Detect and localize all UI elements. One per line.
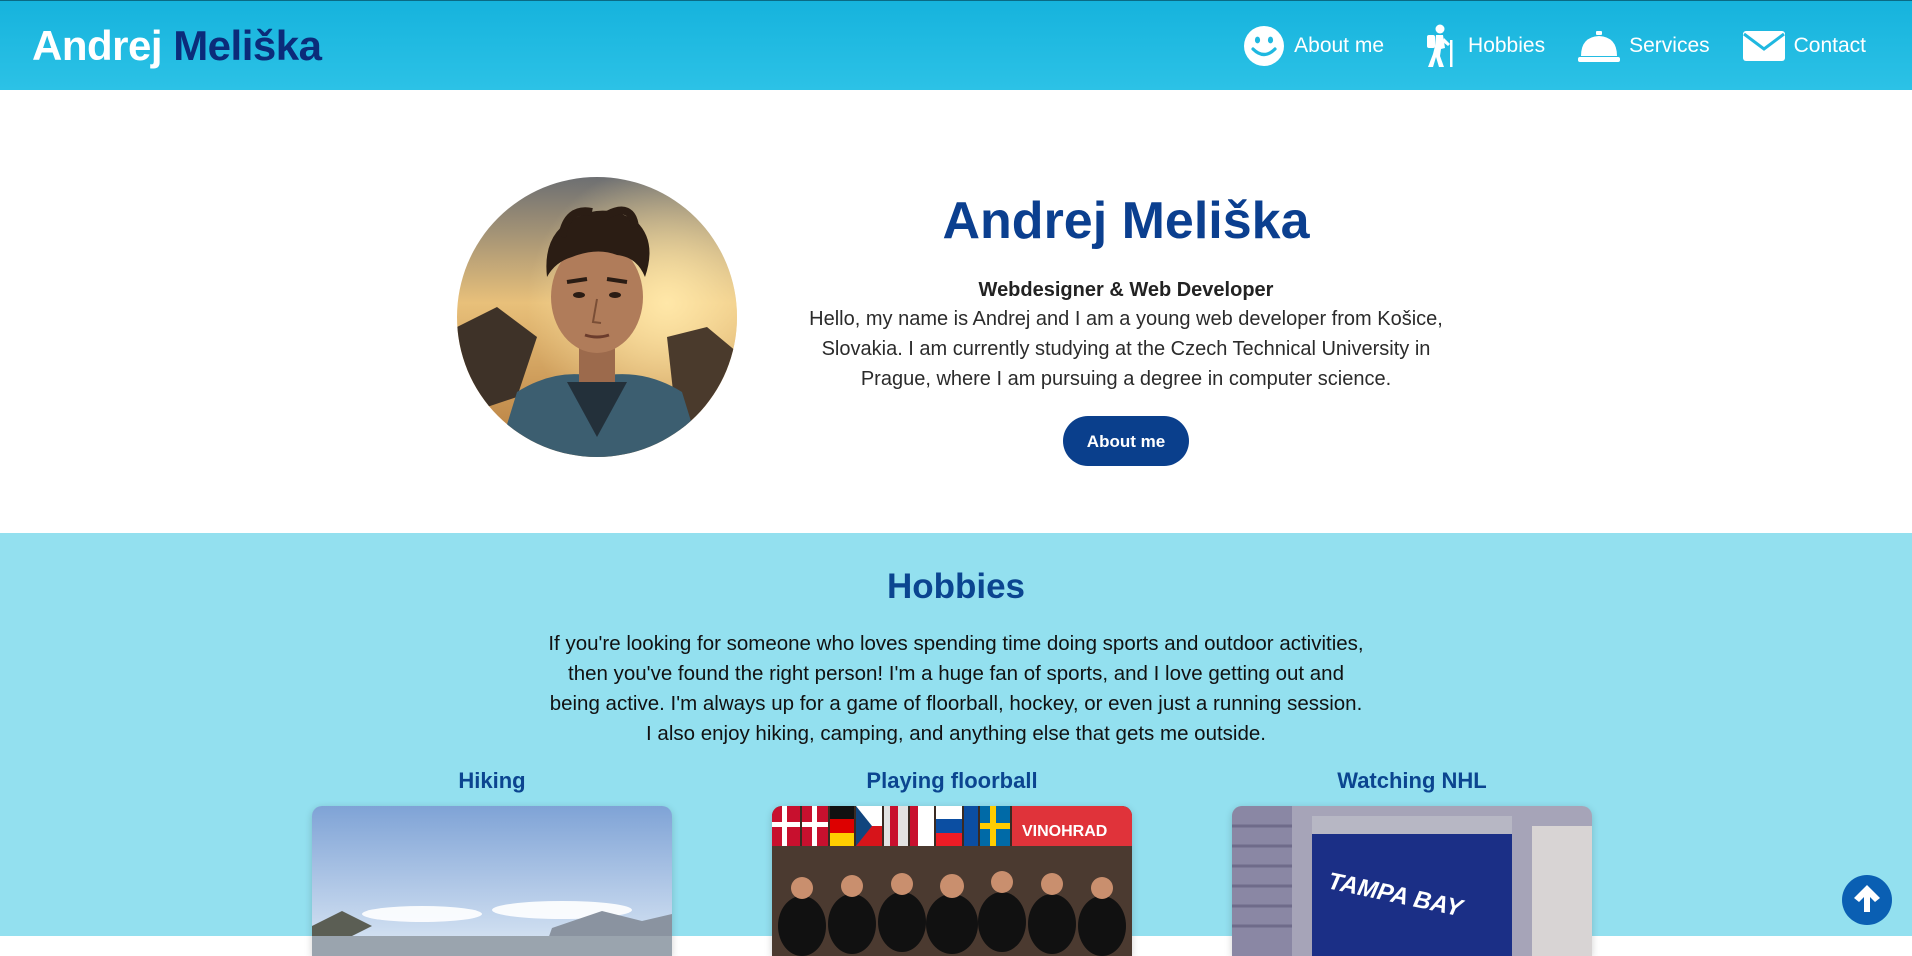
nhl-banner-photo: TAMPA BAY	[1232, 806, 1592, 956]
hobby-card-title: Watching NHL	[1337, 768, 1487, 793]
nav-label: Services	[1629, 34, 1710, 57]
hobby-card-floorball[interactable]: Playing floorball VINOHRAD	[772, 766, 1132, 956]
nav-hobbies[interactable]: Hobbies	[1416, 24, 1545, 68]
scroll-to-top-button[interactable]	[1842, 875, 1892, 925]
smiley-icon	[1242, 24, 1286, 68]
nav-label: About me	[1294, 34, 1385, 57]
main-nav: About me Hobbies Services Contact	[1210, 24, 1866, 68]
hobbies-description: If you're looking for someone who loves …	[548, 632, 1364, 745]
brand-first-name: Andrej	[32, 22, 163, 69]
floorball-team-photo: VINOHRAD	[772, 806, 1132, 956]
arrow-up-icon	[1850, 881, 1884, 920]
site-logo[interactable]: Andrej Meliška	[32, 22, 322, 70]
about-me-button[interactable]: About me	[1063, 416, 1189, 466]
hiking-photo	[312, 806, 672, 956]
nav-label: Contact	[1793, 34, 1866, 57]
profile-photo	[457, 177, 737, 457]
service-bell-icon	[1577, 24, 1621, 68]
envelope-icon	[1742, 24, 1786, 68]
nav-about-me[interactable]: About me	[1242, 24, 1384, 68]
nav-contact[interactable]: Contact	[1742, 24, 1866, 68]
hobby-card-title: Playing floorball	[866, 768, 1038, 793]
nav-label: Hobbies	[1468, 34, 1546, 57]
hero-description: Hello, my name is Andrej and I am a youn…	[809, 308, 1443, 390]
hero-text-block: Andrej Meliška Webdesigner & Web Develop…	[808, 190, 1444, 466]
hobby-card-hiking[interactable]: Hiking	[312, 766, 672, 956]
hiker-icon	[1416, 24, 1460, 68]
hobbies-section: Hobbies If you're looking for someone wh…	[0, 533, 1912, 956]
top-navbar: Andrej Meliška About me Hobbies Services…	[0, 0, 1912, 90]
brand-last-name: Meliška	[173, 22, 322, 69]
hobby-card-title: Hiking	[458, 768, 526, 793]
floorball-banner-text: VINOHRAD	[1022, 823, 1107, 840]
hobby-card-nhl[interactable]: Watching NHL TAMPA BAY	[1232, 766, 1592, 956]
hobbies-title: Hobbies	[886, 567, 1026, 606]
nav-services[interactable]: Services	[1577, 24, 1710, 68]
hero-title: Andrej Meliška	[942, 192, 1310, 250]
hero-subtitle: Webdesigner & Web Developer	[978, 279, 1274, 301]
hero-section: Andrej Meliška Webdesigner & Web Develop…	[0, 90, 1912, 533]
